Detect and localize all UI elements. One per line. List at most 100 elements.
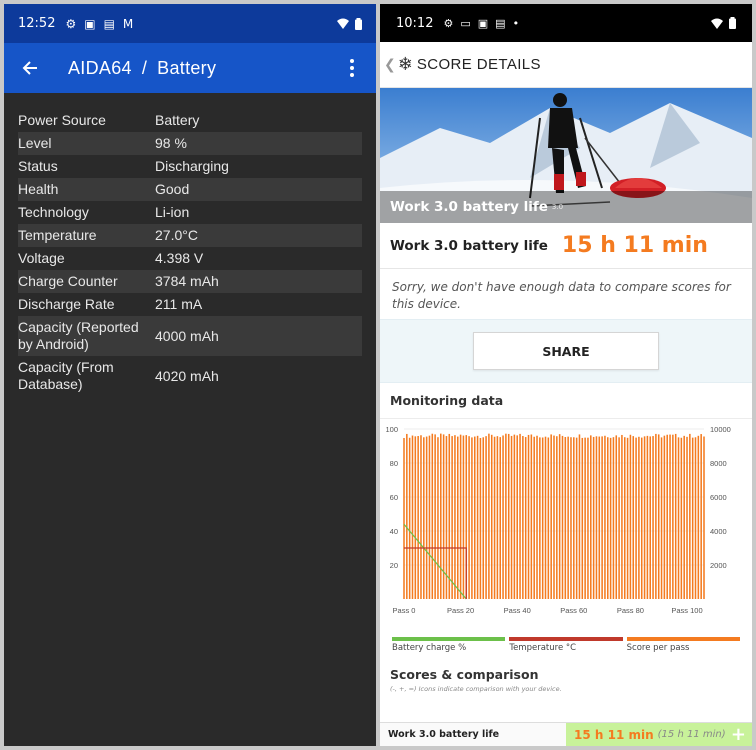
comparison-row[interactable]: Work 3.0 battery life 15 h 11 min (15 h … <box>380 722 752 746</box>
monitoring-chart-svg: 20 40 60 80 100 2000 4000 6000 8000 10000 Pass 0 Pa… <box>385 425 730 615</box>
y-right-tick-label: 2000 <box>710 561 727 570</box>
score-bar <box>406 433 408 599</box>
score-bar <box>522 436 524 599</box>
score-bar <box>598 436 601 599</box>
score-bar <box>587 437 589 599</box>
score-bar <box>590 435 592 599</box>
score-bar <box>530 434 533 599</box>
score-bar <box>414 436 417 599</box>
score-bar <box>570 437 572 599</box>
y-left-tick-label: 100 <box>385 425 398 434</box>
sd-card-icon: ▤ <box>495 16 506 30</box>
sim-icon: ▣ <box>477 16 489 30</box>
score-bar <box>660 437 663 599</box>
table-row: Voltage 4.398 V <box>18 250 204 266</box>
score-bar <box>686 436 688 599</box>
screen-root: 12:52 ⚙ ▣ ▤ M AIDA64/Battery Power Sourc… <box>0 0 756 750</box>
score-bar <box>578 434 581 599</box>
page-title: SCORE DETAILS <box>416 56 541 73</box>
snowflake-logo-icon: ❄ <box>397 54 413 75</box>
y-right-tick-label: 8000 <box>710 459 727 468</box>
score-bar <box>408 437 411 599</box>
score-value: 15 h 11 min <box>561 233 708 258</box>
comparison-value: 15 h 11 min <box>574 727 654 742</box>
card-icon: ▭ <box>460 16 471 30</box>
share-button[interactable]: SHARE <box>473 332 659 370</box>
score-bar <box>510 435 513 599</box>
monitoring-chart: 20 40 60 80 100 2000 4000 6000 8000 10000 Pass 0 Pa… <box>380 419 752 635</box>
score-bar <box>428 435 431 599</box>
score-bar <box>638 436 640 599</box>
app-toolbar: AIDA64/Battery <box>4 43 376 93</box>
score-bar <box>533 436 535 599</box>
score-bar <box>573 437 575 599</box>
more-options-icon[interactable] <box>342 59 362 77</box>
score-bar <box>442 434 445 599</box>
score-bar <box>604 435 606 599</box>
score-bar <box>496 436 499 599</box>
y-right-tick-label: 4000 <box>710 527 727 536</box>
table-row: Power Source Battery <box>18 112 200 128</box>
score-bar <box>476 435 479 599</box>
table-row: Temperature 27.0°C <box>18 224 362 247</box>
score-bar <box>417 436 419 599</box>
y-left-tick-label: 40 <box>390 527 398 536</box>
status-time: 10:12 <box>396 15 434 31</box>
score-bar <box>657 434 660 599</box>
status-bar: 10:12 ⚙ ▭ ▣ ▤ • <box>380 4 752 42</box>
score-bar <box>564 437 567 599</box>
back-arrow-icon[interactable] <box>18 56 42 80</box>
y-left-tick-label: 80 <box>390 459 398 468</box>
y-right-tick-label: 6000 <box>710 493 727 502</box>
score-bar <box>607 437 609 599</box>
table-row: Capacity (From Database) 4020 mAh <box>18 359 219 392</box>
mail-icon: M <box>122 16 134 31</box>
score-bar <box>420 435 422 599</box>
y-left-tick-label: 60 <box>390 493 398 502</box>
score-bar <box>632 436 635 599</box>
score-bar <box>677 437 680 599</box>
score-bar <box>615 435 618 599</box>
table-row: Charge Counter 3784 mAh <box>18 270 362 293</box>
score-bar <box>652 436 654 599</box>
table-row: Technology Li-ion <box>18 204 190 220</box>
score-bar <box>689 433 691 599</box>
x-tick-label: Pass 40 <box>504 606 531 615</box>
y-left-tick-label: 20 <box>390 561 398 570</box>
score-bar <box>558 434 561 599</box>
comparison-note: Sorry, we don't have enough data to comp… <box>392 280 731 311</box>
score-bar <box>629 434 632 599</box>
score-bar <box>473 436 476 599</box>
score-bar <box>459 434 462 599</box>
table-row: Discharge Rate 211 mA <box>18 296 203 312</box>
score-bar <box>519 433 521 599</box>
score-bar <box>643 436 646 599</box>
score-bar <box>674 433 677 599</box>
x-tick-label: Pass 100 <box>671 606 702 615</box>
score-bar <box>575 437 578 599</box>
score-bar <box>516 435 518 599</box>
score-bar <box>527 434 530 599</box>
chevron-left-icon[interactable]: ❮ <box>384 57 396 73</box>
table-row: Status Discharging <box>18 158 229 174</box>
score-bar <box>672 434 674 599</box>
status-bar: 12:52 ⚙ ▣ ▤ M <box>4 4 376 43</box>
score-bar <box>561 435 564 599</box>
settings-icon: ⚙ <box>65 16 77 31</box>
score-bar <box>488 433 490 599</box>
status-time: 12:52 <box>18 16 56 31</box>
page-header: ❮ ❄ SCORE DETAILS <box>380 42 752 88</box>
score-bar <box>431 433 434 599</box>
aida64-panel: 12:52 ⚙ ▣ ▤ M AIDA64/Battery Power Sourc… <box>4 4 376 746</box>
score-bar <box>623 437 626 599</box>
score-bar <box>700 434 702 599</box>
score-bar <box>437 437 439 599</box>
battery-icon <box>355 17 362 30</box>
comparison-label: Work 3.0 battery life <box>380 723 566 746</box>
settings-icon: ⚙ <box>443 16 454 30</box>
legend-swatch-temperature <box>509 637 623 641</box>
sim-icon: ▣ <box>84 16 96 31</box>
x-tick-label: Pass 60 <box>560 606 587 615</box>
score-bar <box>691 437 694 599</box>
dot-icon: • <box>512 16 520 30</box>
